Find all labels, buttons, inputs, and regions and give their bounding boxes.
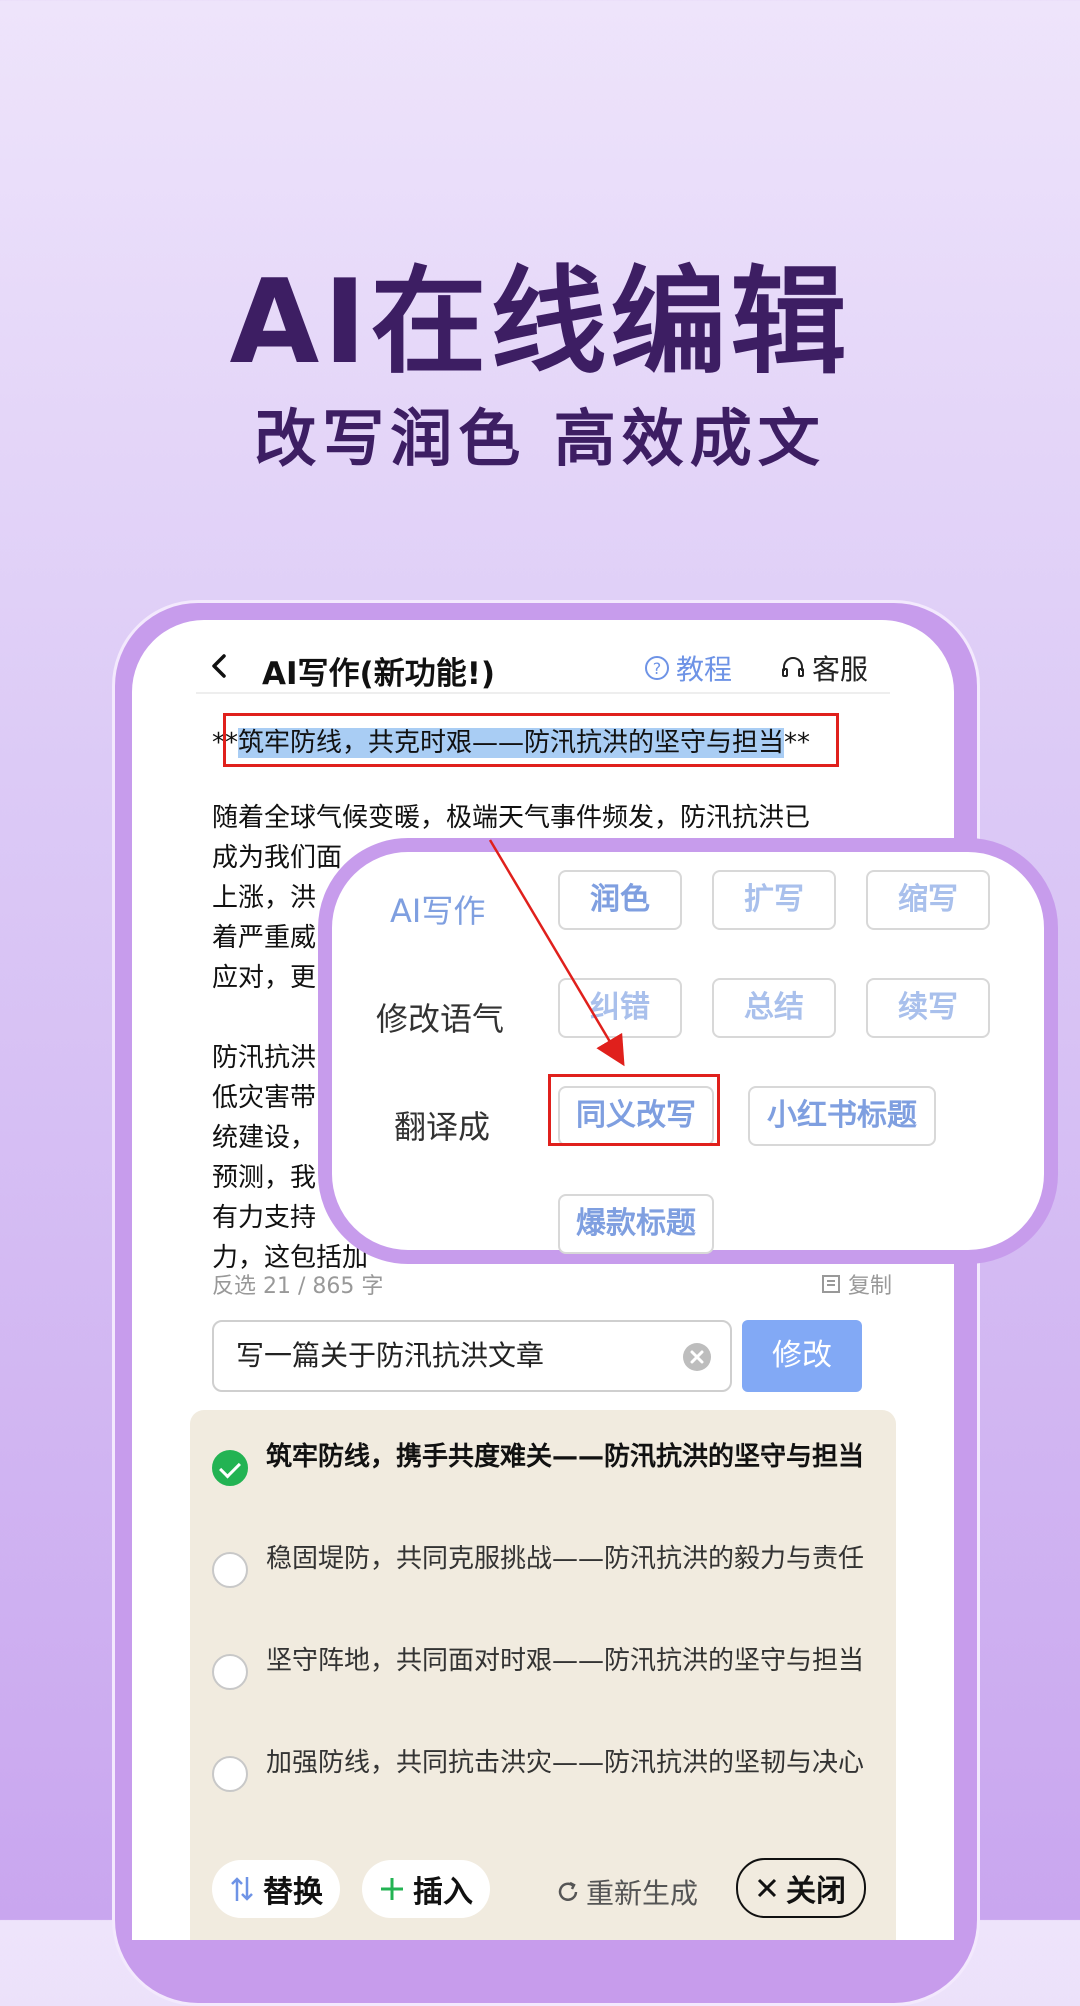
replace-button[interactable]: 替换	[212, 1860, 340, 1918]
refresh-icon	[558, 1881, 578, 1901]
chip-expand[interactable]: 扩写	[712, 870, 836, 930]
swap-icon	[231, 1877, 253, 1901]
radio-unchecked[interactable]	[212, 1756, 248, 1792]
hero-title: AI在线编辑	[229, 255, 851, 390]
radio-checked[interactable]	[212, 1450, 248, 1486]
prompt-input[interactable]: 写一篇关于防汛抗洪文章	[212, 1320, 732, 1392]
copy-label: 复制	[847, 1274, 892, 1299]
page-title: AI写作(新功能!)	[262, 656, 495, 692]
ai-tools-popup: AI写作 润色 扩写 缩写 修改语气 纠错 总结 续写 翻译成 同义改写 小红书…	[318, 838, 1058, 1264]
chip-shorten[interactable]: 缩写	[866, 870, 990, 930]
chip-summarize[interactable]: 总结	[712, 978, 836, 1038]
headline-highlight-box	[223, 713, 839, 767]
hero-subtitle: 改写润色 高效成文	[254, 402, 826, 475]
tutorial-button[interactable]: ? 教程	[644, 648, 732, 688]
chip-correct[interactable]: 纠错	[558, 978, 682, 1038]
customer-service-button[interactable]: 客服	[780, 648, 868, 688]
chip-viral-title[interactable]: 爆款标题	[558, 1194, 714, 1254]
chip-xiaohongshu-title[interactable]: 小红书标题	[748, 1086, 936, 1146]
radio-unchecked[interactable]	[212, 1552, 248, 1588]
help-circle-icon: ?	[645, 656, 669, 680]
results-panel: 筑牢防线，携手共度难关——防汛抗洪的坚守与担当 稳固堤防，共同克服挑战——防汛抗…	[190, 1410, 896, 1940]
headset-icon	[782, 657, 804, 677]
popup-label-translate[interactable]: 翻译成	[394, 1102, 490, 1148]
plus-icon	[381, 1878, 403, 1900]
close-button[interactable]: 关闭	[736, 1858, 866, 1918]
copy-button[interactable]: 复制	[820, 1268, 892, 1300]
close-icon	[757, 1878, 777, 1898]
popup-label-tone[interactable]: 修改语气	[376, 994, 504, 1040]
service-label: 客服	[812, 653, 869, 686]
radio-unchecked[interactable]	[212, 1654, 248, 1690]
word-counter: 反选 21 / 865 字	[212, 1274, 384, 1299]
popup-label-ai-write[interactable]: AI写作	[390, 886, 485, 932]
chip-continue[interactable]: 续写	[866, 978, 990, 1038]
clear-input-icon[interactable]	[682, 1342, 712, 1372]
tutorial-label: 教程	[676, 653, 733, 686]
chip-polish[interactable]: 润色	[558, 870, 682, 930]
modify-button[interactable]: 修改	[742, 1320, 862, 1392]
top-bar: AI写作(新功能!) ? 教程 客服	[132, 620, 954, 710]
selected-chip-highlight-box	[548, 1074, 720, 1146]
divider	[196, 692, 890, 694]
svg-text:?: ?	[653, 659, 662, 678]
status-row: 反选 21 / 865 字 复制	[212, 1268, 892, 1302]
copy-icon	[821, 1275, 840, 1293]
regenerate-button[interactable]: 重新生成	[556, 1872, 698, 1912]
insert-button[interactable]: 插入	[362, 1860, 490, 1918]
back-arrow-icon[interactable]	[208, 654, 232, 678]
phone-screen: AI写作(新功能!) ? 教程 客服 **筑牢防线，共克时艰——防汛抗洪的坚守与…	[132, 620, 954, 1940]
